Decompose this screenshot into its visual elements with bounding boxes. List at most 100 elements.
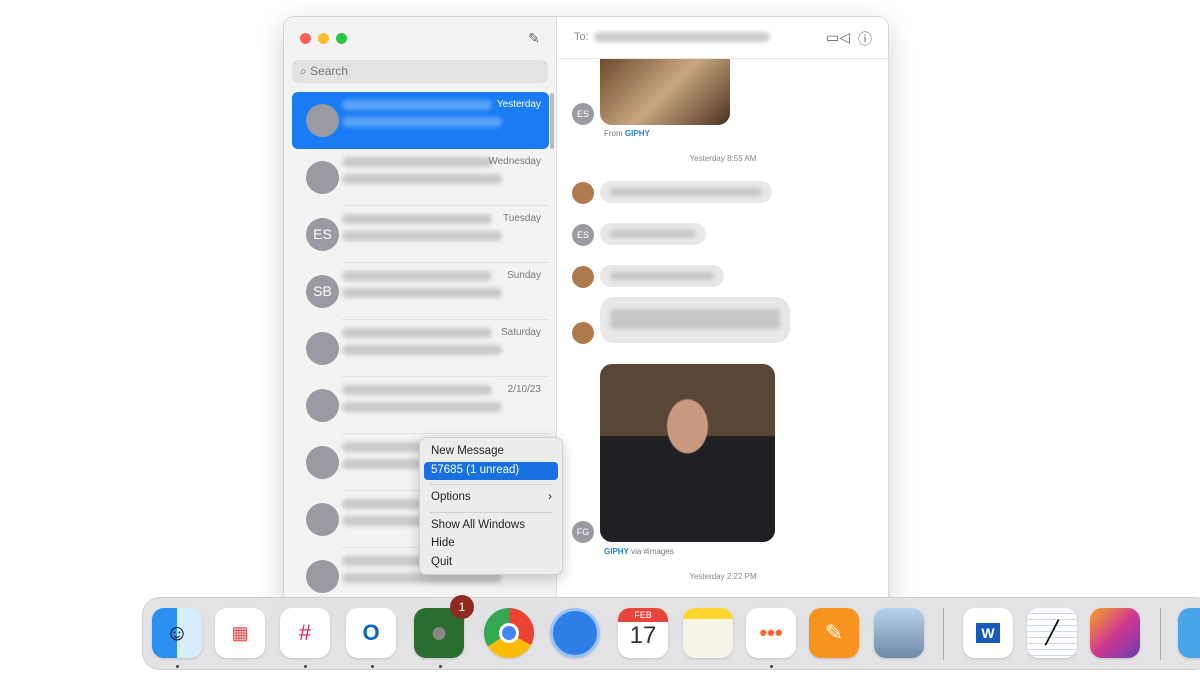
- notes-icon[interactable]: [683, 608, 733, 658]
- conversation-header: To: ▭◁ ⓘ: [558, 17, 888, 59]
- close-button[interactable]: [300, 33, 311, 44]
- gif-image[interactable]: [600, 364, 775, 542]
- gif-image[interactable]: [600, 59, 730, 125]
- message-preview: [342, 345, 502, 355]
- avatar: [306, 332, 339, 365]
- conversation-pane: To: ▭◁ ⓘ ES From GIPHY Yesterday 8:55 AM…: [558, 17, 888, 617]
- recipient-field[interactable]: [594, 32, 770, 42]
- contact-name: [342, 100, 492, 110]
- conversation-item[interactable]: ES Tuesday: [292, 206, 549, 263]
- message-bubble[interactable]: [600, 297, 790, 343]
- dock-separator: [1160, 608, 1161, 660]
- calendar-icon[interactable]: FEB 17: [618, 608, 668, 658]
- message-preview: [342, 174, 502, 184]
- conversation-item[interactable]: Saturday: [292, 320, 549, 377]
- contact-name: [342, 385, 492, 395]
- avatar: [306, 104, 339, 137]
- avatar: [306, 560, 339, 593]
- timestamp: Yesterday 8:55 AM: [689, 154, 757, 163]
- avatar: ES: [572, 224, 594, 246]
- avatar: [306, 503, 339, 536]
- pages-icon[interactable]: ✎: [809, 608, 859, 658]
- avatar: [572, 322, 594, 344]
- gif-caption: GIPHY via #images: [604, 547, 674, 556]
- dock-separator: [943, 608, 944, 660]
- message-bubble[interactable]: [600, 223, 706, 245]
- conversation-date: Sunday: [507, 270, 541, 281]
- conversation-item[interactable]: Wednesday: [292, 149, 549, 206]
- word-icon[interactable]: W: [963, 608, 1013, 658]
- preview-icon[interactable]: [874, 608, 924, 658]
- conversation-date: 2/10/23: [507, 384, 541, 395]
- outlook-icon[interactable]: O: [346, 608, 396, 658]
- dock: ☺ ▦ # O ● 1 FEB 17 ••• ✎ W ╱: [142, 595, 1200, 670]
- textedit-icon[interactable]: ╱: [1027, 608, 1077, 658]
- contact-name: [342, 214, 492, 224]
- running-indicator: [176, 665, 179, 668]
- conversation-date: Tuesday: [503, 213, 541, 224]
- contact-name: [342, 157, 492, 167]
- menu-item-new-message[interactable]: New Message: [420, 443, 562, 462]
- slack-icon[interactable]: #: [280, 608, 330, 658]
- signal-icon[interactable]: [550, 608, 600, 658]
- video-call-icon[interactable]: ▭◁: [826, 29, 850, 46]
- avatar: [572, 182, 594, 204]
- conversation-date: Yesterday: [496, 99, 541, 110]
- message-bubble[interactable]: [600, 181, 772, 203]
- avatar: [572, 266, 594, 288]
- running-indicator: [304, 665, 307, 668]
- message-preview: [342, 288, 502, 298]
- menu-separator: [430, 511, 552, 513]
- menu-item-quit[interactable]: Quit: [420, 554, 562, 573]
- menu-item-hide[interactable]: Hide: [420, 535, 562, 554]
- timestamp: Yesterday 2:22 PM: [689, 572, 757, 581]
- running-indicator: [770, 665, 773, 668]
- running-indicator: [439, 665, 442, 668]
- avatar: ES: [572, 103, 594, 125]
- minimize-button[interactable]: [318, 33, 329, 44]
- message-bubble[interactable]: [600, 265, 724, 287]
- sidebar-scrollbar[interactable]: [550, 93, 554, 149]
- giphy-link[interactable]: GIPHY: [625, 129, 650, 138]
- pixelmator-icon[interactable]: [1090, 608, 1140, 658]
- running-indicator: [371, 665, 374, 668]
- contact-name: [342, 271, 492, 281]
- conversation-item[interactable]: Yesterday: [292, 92, 549, 149]
- message-preview: [342, 117, 502, 127]
- messages-window: ✎ ⌕ Search Yesterday Wednesday ES Tuesday SB…: [284, 17, 888, 617]
- launchpad-icon[interactable]: ▦: [215, 608, 265, 658]
- unread-badge: 1: [450, 595, 474, 619]
- zoom-button[interactable]: [336, 33, 347, 44]
- conversation-item[interactable]: 2/10/23: [292, 377, 549, 434]
- menu-item-options[interactable]: Options ›: [420, 489, 562, 508]
- info-icon[interactable]: ⓘ: [858, 29, 872, 49]
- conversation-date: Saturday: [500, 327, 541, 338]
- contact-name: [342, 328, 492, 338]
- giphy-link[interactable]: GIPHY: [604, 547, 629, 556]
- conversation-date: Wednesday: [488, 156, 541, 167]
- monday-icon[interactable]: •••: [746, 608, 796, 658]
- conversation-item[interactable]: SB Sunday: [292, 263, 549, 320]
- dock-context-menu: New Message 57685 (1 unread) Options › Sh…: [419, 437, 563, 575]
- finder-icon[interactable]: ☺: [152, 608, 202, 658]
- menu-separator: [430, 484, 552, 485]
- avatar: FG: [572, 521, 594, 543]
- search-input[interactable]: ⌕ Search: [292, 60, 548, 83]
- chevron-right-icon: ›: [548, 491, 552, 503]
- window-controls: [300, 33, 347, 44]
- compose-icon[interactable]: ✎: [528, 30, 540, 47]
- avatar: [306, 161, 339, 194]
- menu-item-show-all-windows[interactable]: Show All Windows: [420, 517, 562, 536]
- search-icon: ⌕: [300, 64, 311, 78]
- message-preview: [342, 402, 502, 412]
- chrome-icon[interactable]: [484, 608, 534, 658]
- gif-caption: From GIPHY: [604, 129, 650, 138]
- search-placeholder: Search: [310, 64, 349, 78]
- folder-icon[interactable]: [1178, 608, 1200, 658]
- to-label: To:: [574, 31, 589, 43]
- menu-item-conversation[interactable]: 57685 (1 unread): [424, 461, 558, 480]
- avatar: ES: [306, 218, 339, 251]
- avatar: [306, 389, 339, 422]
- avatar: [306, 446, 339, 479]
- message-preview: [342, 231, 502, 241]
